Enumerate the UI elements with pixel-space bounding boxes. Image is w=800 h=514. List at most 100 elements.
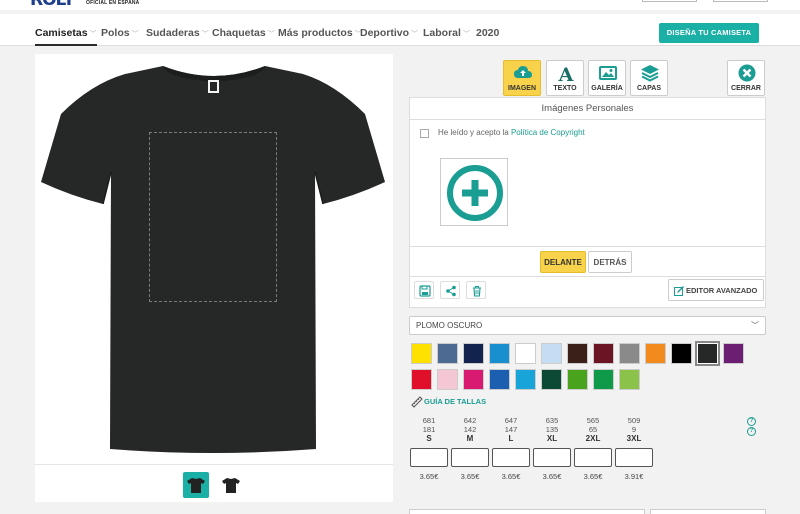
help-icon[interactable]: ?	[747, 427, 756, 436]
color-swatch[interactable]	[619, 369, 640, 390]
nav-item-polos[interactable]: Polos ﹀	[101, 14, 139, 46]
color-swatch[interactable]	[723, 343, 744, 364]
quantity-input[interactable]	[451, 448, 489, 467]
stock-count: 135	[545, 425, 559, 434]
nav-item-2020[interactable]: 2020	[476, 14, 499, 46]
color-swatch[interactable]	[593, 343, 614, 364]
stock-count: 65	[588, 425, 598, 434]
color-swatch[interactable]	[411, 369, 432, 390]
stock-count: 147	[504, 425, 518, 434]
color-swatch[interactable]	[463, 369, 484, 390]
color-swatch[interactable]	[619, 343, 640, 364]
back-side-button[interactable]: DETRÁS	[588, 251, 632, 273]
plus-circle-icon	[447, 165, 503, 221]
size-label: 3XL	[626, 434, 642, 443]
share-icon	[446, 285, 456, 297]
color-swatch[interactable]	[515, 369, 536, 390]
personal-images-panel: Imágenes Personales He leído y acepto la…	[409, 97, 766, 308]
nav-item-laboral[interactable]: Laboral ﹀	[423, 14, 470, 46]
quantity-input[interactable]	[410, 448, 448, 467]
save-button[interactable]	[414, 281, 434, 299]
nav-item-chaquetas[interactable]: Chaquetas ﹀	[212, 14, 275, 46]
color-swatch[interactable]	[515, 343, 536, 364]
thumb-back[interactable]	[218, 472, 244, 498]
tool-image-button[interactable]: IMAGEN	[503, 60, 541, 96]
nav-item-mas-productos[interactable]: Más productos ﹀	[278, 14, 362, 46]
nav-item-camisetas[interactable]: Camisetas ﹀	[35, 14, 97, 46]
save-icon	[419, 285, 431, 297]
size-label: 2XL	[585, 434, 601, 443]
stock-count: 509	[627, 416, 641, 425]
chevron-down-icon: ﹀	[131, 31, 139, 38]
close-button[interactable]: CERRAR	[727, 60, 765, 96]
stock-count: 635	[545, 416, 559, 425]
trash-icon	[473, 285, 481, 297]
copyright-policy-link[interactable]: Política de Copyright	[511, 128, 585, 137]
delete-button[interactable]	[466, 281, 486, 299]
ruler-icon	[411, 396, 423, 408]
color-swatch[interactable]	[437, 369, 458, 390]
stock-count: 681	[422, 416, 436, 425]
tshirt-thumbnail-icon	[187, 478, 205, 493]
color-swatch[interactable]	[695, 341, 720, 366]
color-swatch[interactable]	[489, 343, 510, 364]
color-swatch[interactable]	[463, 343, 484, 364]
chevron-down-icon: ﹀	[462, 31, 470, 38]
stock-count: 181	[422, 425, 436, 434]
stock-count: 565	[586, 416, 600, 425]
nav-item-sudaderas[interactable]: Sudaderas ﹀	[146, 14, 209, 46]
tool-layers-button[interactable]: CAPAS	[630, 60, 668, 96]
color-swatch[interactable]	[411, 343, 432, 364]
header-button[interactable]	[713, 0, 768, 2]
stock-count: 642	[463, 416, 477, 425]
advanced-editor-button[interactable]: EDITOR AVANZADO	[668, 279, 764, 301]
divider	[410, 246, 765, 247]
stock-count: 142	[463, 425, 477, 434]
help-icon[interactable]: ?	[747, 417, 756, 426]
quantity-input[interactable]	[533, 448, 571, 467]
size-price: 3.91€	[624, 472, 644, 481]
color-swatch[interactable]	[489, 369, 510, 390]
divider	[410, 276, 765, 277]
color-select[interactable]: PLOMO OSCURO ﹀	[409, 316, 766, 335]
size-price: 3.65€	[501, 472, 521, 481]
logo[interactable]: ROLY	[30, 0, 75, 10]
color-swatch[interactable]	[541, 369, 562, 390]
color-swatch[interactable]	[671, 343, 692, 364]
quantity-input[interactable]	[615, 448, 653, 467]
front-side-button[interactable]: DELANTE	[540, 251, 586, 273]
thumb-front[interactable]	[183, 472, 209, 498]
color-swatch[interactable]	[541, 343, 562, 364]
design-tshirt-button[interactable]: DISEÑA TU CAMISETA	[659, 23, 759, 43]
color-swatch[interactable]	[567, 343, 588, 364]
bottom-button[interactable]	[409, 509, 645, 514]
color-swatch[interactable]	[437, 343, 458, 364]
size-price: 3.65€	[583, 472, 603, 481]
bottom-button[interactable]	[650, 509, 766, 514]
tool-text-button[interactable]: A TEXTO	[546, 60, 584, 96]
copyright-checkbox[interactable]	[420, 129, 429, 138]
color-swatch[interactable]	[567, 369, 588, 390]
top-header: ROLY OFICIAL EN ESPAÑA	[0, 0, 800, 10]
color-swatch[interactable]	[593, 369, 614, 390]
nav-item-deportivo[interactable]: Deportivo ﹀	[360, 14, 418, 46]
quantity-input[interactable]	[492, 448, 530, 467]
gallery-icon	[599, 66, 617, 80]
size-label: S	[426, 434, 432, 443]
tool-gallery-button[interactable]: GALERÍA	[588, 60, 626, 96]
header-button[interactable]	[642, 0, 697, 2]
add-image-button[interactable]	[440, 158, 508, 226]
size-label: M	[466, 434, 474, 443]
chevron-down-icon: ﹀	[411, 31, 419, 38]
print-area[interactable]	[149, 132, 277, 302]
share-button[interactable]	[440, 281, 460, 299]
size-label: XL	[546, 434, 558, 443]
color-swatch[interactable]	[645, 343, 666, 364]
size-guide-link[interactable]: GUÍA DE TALLAS	[411, 396, 486, 408]
size-label: L	[508, 434, 514, 443]
copyright-label: He leído y acepto la Política de Copyrig…	[438, 128, 585, 137]
divider	[35, 464, 393, 465]
stock-count: 9	[631, 425, 637, 434]
quantity-input[interactable]	[574, 448, 612, 467]
chevron-down-icon: ﹀	[201, 31, 209, 38]
